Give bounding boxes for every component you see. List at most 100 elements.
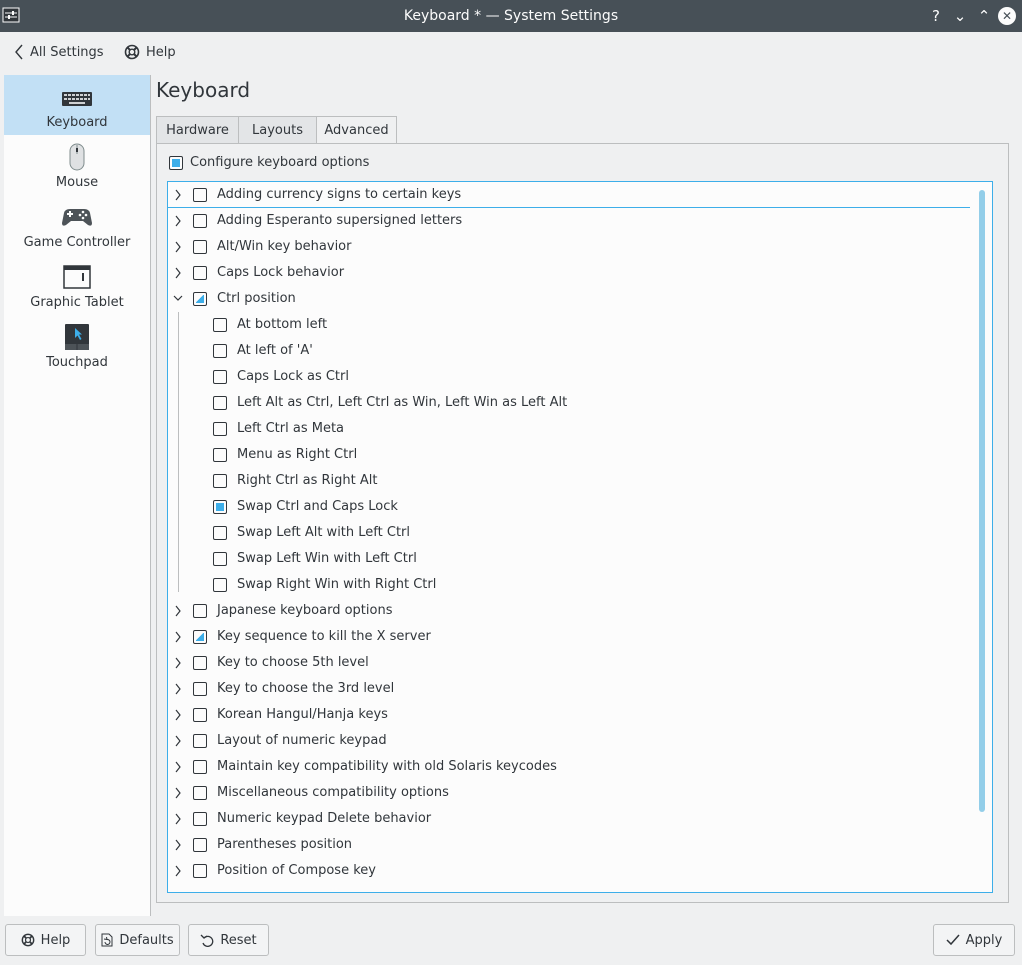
sidebar-item-graphic-tablet[interactable]: Graphic Tablet	[4, 255, 150, 315]
option-group-row[interactable]: Caps Lock behavior	[168, 260, 970, 286]
chevron-right-icon[interactable]	[173, 240, 183, 254]
configure-keyboard-options-checkbox[interactable]	[169, 155, 183, 170]
option-child-row[interactable]: Right Ctrl as Right Alt	[168, 468, 970, 494]
option-label: Adding currency signs to certain keys	[217, 187, 462, 202]
option-checkbox[interactable]	[193, 188, 207, 202]
option-group-row[interactable]: Adding Esperanto supersigned letters	[168, 208, 970, 234]
option-checkbox[interactable]	[193, 708, 207, 722]
configure-keyboard-options[interactable]: Configure keyboard options	[169, 155, 369, 170]
chevron-right-icon[interactable]	[173, 188, 183, 202]
all-settings-button[interactable]: All Settings	[14, 42, 104, 62]
option-group-row[interactable]: Key to choose 5th level	[168, 650, 970, 676]
apply-button[interactable]: Apply	[933, 924, 1015, 956]
option-group-row[interactable]: Numeric keypad Delete behavior	[168, 806, 970, 832]
option-group-row[interactable]: Parentheses position	[168, 832, 970, 858]
option-child-row[interactable]: Swap Left Alt with Left Ctrl	[168, 520, 970, 546]
chevron-right-icon[interactable]	[173, 682, 183, 696]
chevron-right-icon[interactable]	[173, 708, 183, 722]
sidebar-item-game-controller[interactable]: Game Controller	[4, 195, 150, 255]
sidebar-item-label: Game Controller	[23, 235, 131, 250]
tab-hardware[interactable]: Hardware	[156, 116, 239, 144]
option-checkbox[interactable]	[213, 500, 227, 514]
sidebar-item-touchpad[interactable]: Touchpad	[4, 315, 150, 375]
chevron-right-icon[interactable]	[173, 864, 183, 878]
option-group-row[interactable]: Ctrl position	[168, 286, 970, 312]
sidebar-item-mouse[interactable]: Mouse	[4, 135, 150, 195]
option-checkbox[interactable]	[213, 370, 227, 384]
option-checkbox[interactable]	[193, 734, 207, 748]
option-checkbox[interactable]	[193, 604, 207, 618]
maximize-button[interactable]: ⌃	[974, 6, 994, 26]
tab-layouts[interactable]: Layouts	[238, 116, 317, 144]
option-checkbox[interactable]	[213, 448, 227, 462]
sidebar: Keyboard Mouse Game Controller Graphic T…	[4, 75, 151, 916]
option-child-row[interactable]: At bottom left	[168, 312, 970, 338]
option-child-row[interactable]: Left Ctrl as Meta	[168, 416, 970, 442]
option-checkbox[interactable]	[193, 630, 207, 644]
toolbar: All Settings Help	[0, 32, 1022, 72]
gamepad-icon	[62, 209, 92, 226]
chevron-down-icon[interactable]	[173, 292, 183, 306]
option-checkbox[interactable]	[193, 864, 207, 878]
defaults-button[interactable]: Defaults	[95, 924, 180, 956]
option-group-row[interactable]: Key sequence to kill the X server	[168, 624, 970, 650]
option-checkbox[interactable]	[193, 682, 207, 696]
option-child-row[interactable]: Swap Ctrl and Caps Lock	[168, 494, 970, 520]
sidebar-item-label: Touchpad	[46, 355, 108, 370]
option-checkbox[interactable]	[193, 240, 207, 254]
option-checkbox[interactable]	[193, 266, 207, 280]
option-checkbox[interactable]	[213, 578, 227, 592]
context-help-button[interactable]: ?	[926, 6, 946, 26]
options-tree[interactable]: Adding currency signs to certain keys Add…	[167, 181, 993, 893]
option-checkbox[interactable]	[213, 344, 227, 358]
option-checkbox[interactable]	[193, 292, 207, 306]
chevron-right-icon[interactable]	[173, 214, 183, 228]
option-group-row[interactable]: Layout of numeric keypad	[168, 728, 970, 754]
chevron-right-icon[interactable]	[173, 812, 183, 826]
option-checkbox[interactable]	[213, 318, 227, 332]
option-checkbox[interactable]	[213, 396, 227, 410]
option-group-row[interactable]: Alt/Win key behavior	[168, 234, 970, 260]
reset-button[interactable]: Reset	[188, 924, 269, 956]
chevron-right-icon[interactable]	[173, 266, 183, 280]
option-child-row[interactable]: Swap Left Win with Left Ctrl	[168, 546, 970, 572]
option-group-row[interactable]: Japanese keyboard options	[168, 598, 970, 624]
option-group-row[interactable]: Korean Hangul/Hanja keys	[168, 702, 970, 728]
minimize-button[interactable]: ⌄	[950, 6, 970, 26]
chevron-right-icon[interactable]	[173, 786, 183, 800]
close-button[interactable]: ✕	[998, 7, 1016, 25]
chevron-right-icon[interactable]	[173, 656, 183, 670]
chevron-right-icon[interactable]	[173, 760, 183, 774]
option-checkbox[interactable]	[193, 656, 207, 670]
option-group-row[interactable]: Key to choose the 3rd level	[168, 676, 970, 702]
tree-scrollbar[interactable]	[979, 190, 985, 812]
option-child-row[interactable]: At left of 'A'	[168, 338, 970, 364]
option-child-row[interactable]: Caps Lock as Ctrl	[168, 364, 970, 390]
option-group-row[interactable]: Position of Compose key	[168, 858, 970, 884]
option-group-row[interactable]: Maintain key compatibility with old Sola…	[168, 754, 970, 780]
option-checkbox[interactable]	[213, 552, 227, 566]
option-checkbox[interactable]	[193, 214, 207, 228]
sidebar-item-keyboard[interactable]: Keyboard	[4, 75, 150, 135]
option-checkbox[interactable]	[193, 786, 207, 800]
option-checkbox[interactable]	[213, 422, 227, 436]
option-child-row[interactable]: Menu as Right Ctrl	[168, 442, 970, 468]
option-group-row[interactable]: Miscellaneous compatibility options	[168, 780, 970, 806]
chevron-right-icon[interactable]	[173, 838, 183, 852]
sidebar-item-label: Graphic Tablet	[30, 295, 124, 310]
toolbar-help-button[interactable]: Help	[124, 42, 176, 62]
chevron-left-icon	[15, 44, 23, 60]
option-child-row[interactable]: Swap Right Win with Right Ctrl	[168, 572, 970, 598]
tab-advanced[interactable]: Advanced	[316, 116, 397, 145]
option-child-row[interactable]: Left Alt as Ctrl, Left Ctrl as Win, Left…	[168, 390, 970, 416]
option-checkbox[interactable]	[193, 838, 207, 852]
footer-help-button[interactable]: Help	[5, 924, 86, 956]
chevron-right-icon[interactable]	[173, 630, 183, 644]
chevron-right-icon[interactable]	[173, 734, 183, 748]
option-checkbox[interactable]	[193, 760, 207, 774]
option-checkbox[interactable]	[213, 526, 227, 540]
option-checkbox[interactable]	[213, 474, 227, 488]
option-group-row[interactable]: Adding currency signs to certain keys	[168, 182, 970, 208]
chevron-right-icon[interactable]	[173, 604, 183, 618]
option-checkbox[interactable]	[193, 812, 207, 826]
